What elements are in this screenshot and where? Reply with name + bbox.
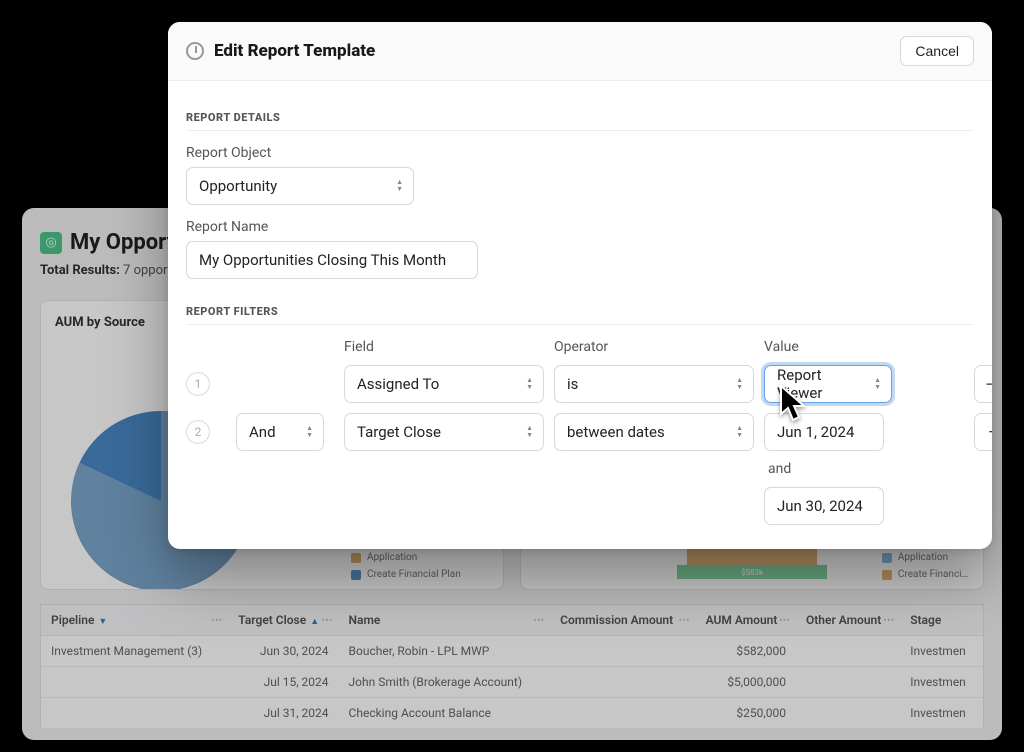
report-name-label: Report Name — [186, 219, 974, 235]
report-object-value: Opportunity — [199, 177, 277, 195]
chevron-updown-icon: ▲▼ — [306, 425, 313, 439]
remove-filter-button[interactable]: − — [974, 413, 992, 451]
row-number: 1 — [186, 372, 210, 396]
row-number: 2 — [186, 420, 210, 444]
report-name-input[interactable]: My Opportunities Closing This Month — [186, 241, 478, 279]
operator-value: between dates — [567, 423, 665, 441]
field-select[interactable]: Assigned To ▲▼ — [344, 365, 544, 403]
minus-icon: − — [988, 422, 992, 443]
field-value: Target Close — [357, 423, 441, 441]
date-from-value: Jun 1, 2024 — [777, 423, 854, 441]
report-object-select[interactable]: Opportunity ▲▼ — [186, 167, 414, 205]
field-value: Assigned To — [357, 375, 439, 393]
chevron-updown-icon: ▲▼ — [526, 425, 533, 439]
operator-select[interactable]: is ▲▼ — [554, 365, 754, 403]
edit-report-template-modal: Edit Report Template Cancel REPORT DETAI… — [168, 22, 992, 549]
modal-header: Edit Report Template Cancel — [168, 22, 992, 81]
header-value: Value — [764, 339, 964, 355]
modal-title: Edit Report Template — [214, 41, 375, 61]
report-name-value: My Opportunities Closing This Month — [199, 251, 446, 269]
operator-select[interactable]: between dates ▲▼ — [554, 413, 754, 451]
date-from-input[interactable]: Jun 1, 2024 — [764, 413, 884, 451]
add-filter-button[interactable]: ＋ — [974, 365, 992, 403]
date-to-input[interactable]: Jun 30, 2024 — [764, 487, 884, 525]
chevron-updown-icon: ▲▼ — [736, 377, 743, 391]
conj-value: And — [249, 423, 276, 441]
section-report-filters: REPORT FILTERS — [186, 305, 974, 325]
chevron-updown-icon: ▲▼ — [874, 377, 881, 391]
chevron-updown-icon: ▲▼ — [526, 377, 533, 391]
header-operator: Operator — [554, 339, 754, 355]
date-to-value: Jun 30, 2024 — [777, 497, 863, 515]
section-report-details: REPORT DETAILS — [186, 111, 974, 131]
value-text: Report Viewer — [777, 366, 857, 402]
cancel-button[interactable]: Cancel — [900, 36, 974, 66]
report-object-label: Report Object — [186, 145, 974, 161]
operator-value: is — [567, 375, 578, 393]
plus-icon: ＋ — [984, 371, 992, 397]
filter-row: 1 Assigned To ▲▼ is ▲▼ Report Viewer ▲▼ … — [186, 365, 974, 403]
value-select[interactable]: Report Viewer ▲▼ — [764, 365, 892, 403]
report-template-icon — [186, 42, 204, 60]
and-label: and — [764, 461, 964, 477]
header-field: Field — [344, 339, 544, 355]
field-select[interactable]: Target Close ▲▼ — [344, 413, 544, 451]
chevron-updown-icon: ▲▼ — [736, 425, 743, 439]
chevron-updown-icon: ▲▼ — [396, 179, 403, 193]
conjunction-select[interactable]: And ▲▼ — [236, 413, 324, 451]
filter-row: 2 And ▲▼ Target Close ▲▼ between dates ▲… — [186, 413, 974, 525]
